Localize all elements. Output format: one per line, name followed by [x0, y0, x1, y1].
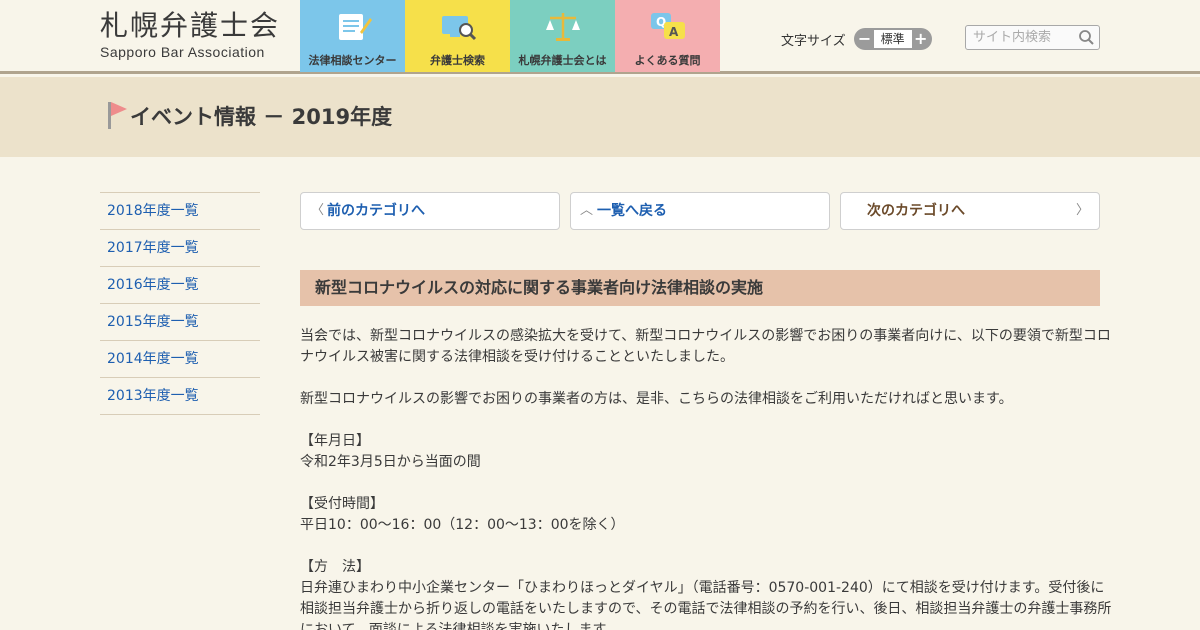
nav-lawyer-search[interactable]: 弁護士検索: [405, 0, 510, 72]
qa-bubbles-icon: Q A: [650, 13, 685, 39]
sidebar-item-2016[interactable]: 2016年度一覧: [100, 267, 260, 304]
method-label: 【方 法】: [300, 559, 370, 575]
font-size-label: 文字サイズ: [781, 33, 846, 49]
site-search: [965, 25, 1100, 50]
article-paragraph-invite: 新型コロナウイルスの影響でお困りの事業者の方は、是非、こちらの法律相談をご利用い…: [300, 391, 1013, 407]
nav-label: 札幌弁護士会とは: [518, 54, 607, 67]
flag-icon: [108, 102, 127, 129]
back-to-list-label: 一覧へ戻る: [597, 203, 667, 219]
chevron-left-icon: 〈: [311, 203, 325, 218]
hours-value: 平日10：00～16：00（12：00～13：00を除く）: [300, 517, 625, 533]
sidebar-year-list: 2018年度一覧 2017年度一覧 2016年度一覧 2015年度一覧 2014…: [100, 192, 260, 415]
article-heading: 新型コロナウイルスの対応に関する事業者向け法律相談の実施: [300, 270, 1100, 306]
nav-legal-consultation-center[interactable]: 法律相談センター: [300, 0, 405, 72]
next-category-button[interactable]: 次のカテゴリへ 〉: [840, 192, 1100, 230]
search-screen-icon: [441, 16, 476, 41]
logo-japanese: 札幌弁護士会: [100, 9, 281, 42]
date-value: 令和2年3月5日から当面の間: [300, 454, 481, 470]
sidebar-item-2018[interactable]: 2018年度一覧: [100, 193, 260, 230]
prev-category-label: 前のカテゴリへ: [327, 203, 425, 219]
date-label: 【年月日】: [300, 433, 370, 449]
page-title: イベント情報 － 2019年度: [130, 105, 393, 129]
font-size-increase-button[interactable]: +: [912, 30, 930, 48]
nav-faq[interactable]: Q A よくある質問: [615, 0, 720, 72]
nav-label: 法律相談センター: [308, 54, 397, 67]
nav-about-association[interactable]: 札幌弁護士会とは: [510, 0, 615, 72]
font-size-control: 文字サイズ − 標準 +: [781, 28, 932, 50]
sidebar-item-2015[interactable]: 2015年度一覧: [100, 304, 260, 341]
nav-label: 弁護士検索: [430, 54, 485, 67]
sidebar-item-2017[interactable]: 2017年度一覧: [100, 230, 260, 267]
nav-label: よくある質問: [634, 54, 701, 67]
back-to-list-button[interactable]: ︿ 一覧へ戻る: [570, 192, 830, 230]
chevron-right-icon: 〉: [1075, 203, 1089, 218]
next-category-label: 次のカテゴリへ: [867, 203, 965, 219]
memo-icon: [338, 14, 372, 40]
font-size-switcher: − 標準 +: [853, 28, 932, 50]
site-search-input[interactable]: [966, 26, 1071, 49]
font-size-value[interactable]: 標準: [873, 30, 912, 48]
global-nav: 法律相談センター 弁護士検索 札幌弁護士会とは Q A よくある質問: [300, 0, 720, 74]
logo-english: Sapporo Bar Association: [100, 44, 265, 60]
prev-category-button[interactable]: 〈 前のカテゴリへ: [300, 192, 560, 230]
site-header: 札幌弁護士会 Sapporo Bar Association 法律相談センター …: [0, 0, 1200, 74]
svg-text:A: A: [669, 25, 679, 39]
font-size-decrease-button[interactable]: −: [856, 30, 874, 48]
sidebar-item-2014[interactable]: 2014年度一覧: [100, 341, 260, 378]
hours-label: 【受付時間】: [300, 496, 384, 512]
method-value: 日弁連ひまわり中小企業センター「ひまわりほっとダイヤル」（電話番号：0570-0…: [300, 580, 1112, 630]
article-paragraph-intro: 当会では、新型コロナウイルスの感染拡大を受けて、新型コロナウイルスの影響でお困り…: [300, 328, 1111, 365]
sidebar-item-2013[interactable]: 2013年度一覧: [100, 378, 260, 415]
chevron-up-icon: ︿: [580, 203, 594, 218]
scales-icon: [545, 13, 580, 41]
search-icon[interactable]: [1078, 29, 1095, 46]
site-logo[interactable]: 札幌弁護士会 Sapporo Bar Association: [100, 8, 290, 60]
